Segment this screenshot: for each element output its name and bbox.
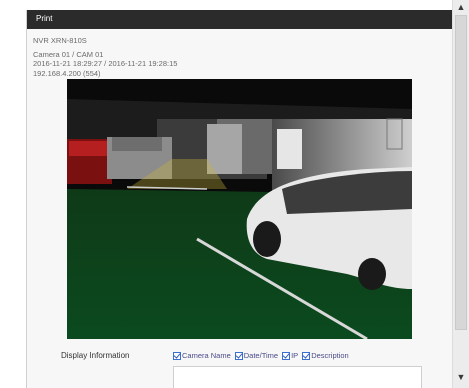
- option-label: Date/Time: [243, 351, 279, 360]
- scrollbar-thumb[interactable]: [455, 15, 467, 330]
- date-time-range: 2016-11-21 18:29:27 / 2016-11-21 19:28:1…: [33, 59, 178, 68]
- option-label: IP: [291, 351, 299, 360]
- checkbox-camera-name[interactable]: [173, 351, 181, 360]
- camera-info: NVR XRN-810S Camera 01 / CAM 01 2016-11-…: [33, 36, 177, 78]
- chevron-up-icon[interactable]: ▲: [453, 0, 469, 14]
- display-options: Camera Name Date/Time IP Description: [173, 351, 349, 360]
- window-title: Print: [36, 14, 53, 23]
- ip-address: 192.168.4.200 (554): [33, 68, 101, 78]
- camera-name: Camera 01 / CAM 01: [33, 49, 104, 59]
- checkbox-ip[interactable]: [282, 351, 291, 360]
- print-window: Print NVR XRN-810S Camera 01 / CAM 01 20…: [26, 10, 453, 388]
- camera-snapshot: [67, 79, 412, 339]
- title-bar: Print: [27, 10, 453, 29]
- display-information-label: Display Information: [61, 351, 130, 360]
- parking-garage-image: [67, 79, 412, 339]
- option-date-time[interactable]: Date/Time: [234, 351, 279, 360]
- option-camera-name[interactable]: Camera Name: [173, 351, 231, 360]
- vertical-scrollbar[interactable]: ▲ ▼: [452, 0, 469, 388]
- checkbox-date-time[interactable]: [234, 351, 243, 360]
- option-label: Description: [311, 351, 349, 360]
- chevron-down-icon[interactable]: ▼: [453, 370, 469, 384]
- option-ip[interactable]: IP: [282, 351, 298, 360]
- option-label: Camera Name: [182, 351, 231, 360]
- checkbox-description[interactable]: [302, 351, 311, 360]
- option-description[interactable]: Description: [302, 351, 349, 360]
- device-name: NVR XRN-810S: [33, 36, 87, 45]
- description-textarea[interactable]: [173, 366, 422, 388]
